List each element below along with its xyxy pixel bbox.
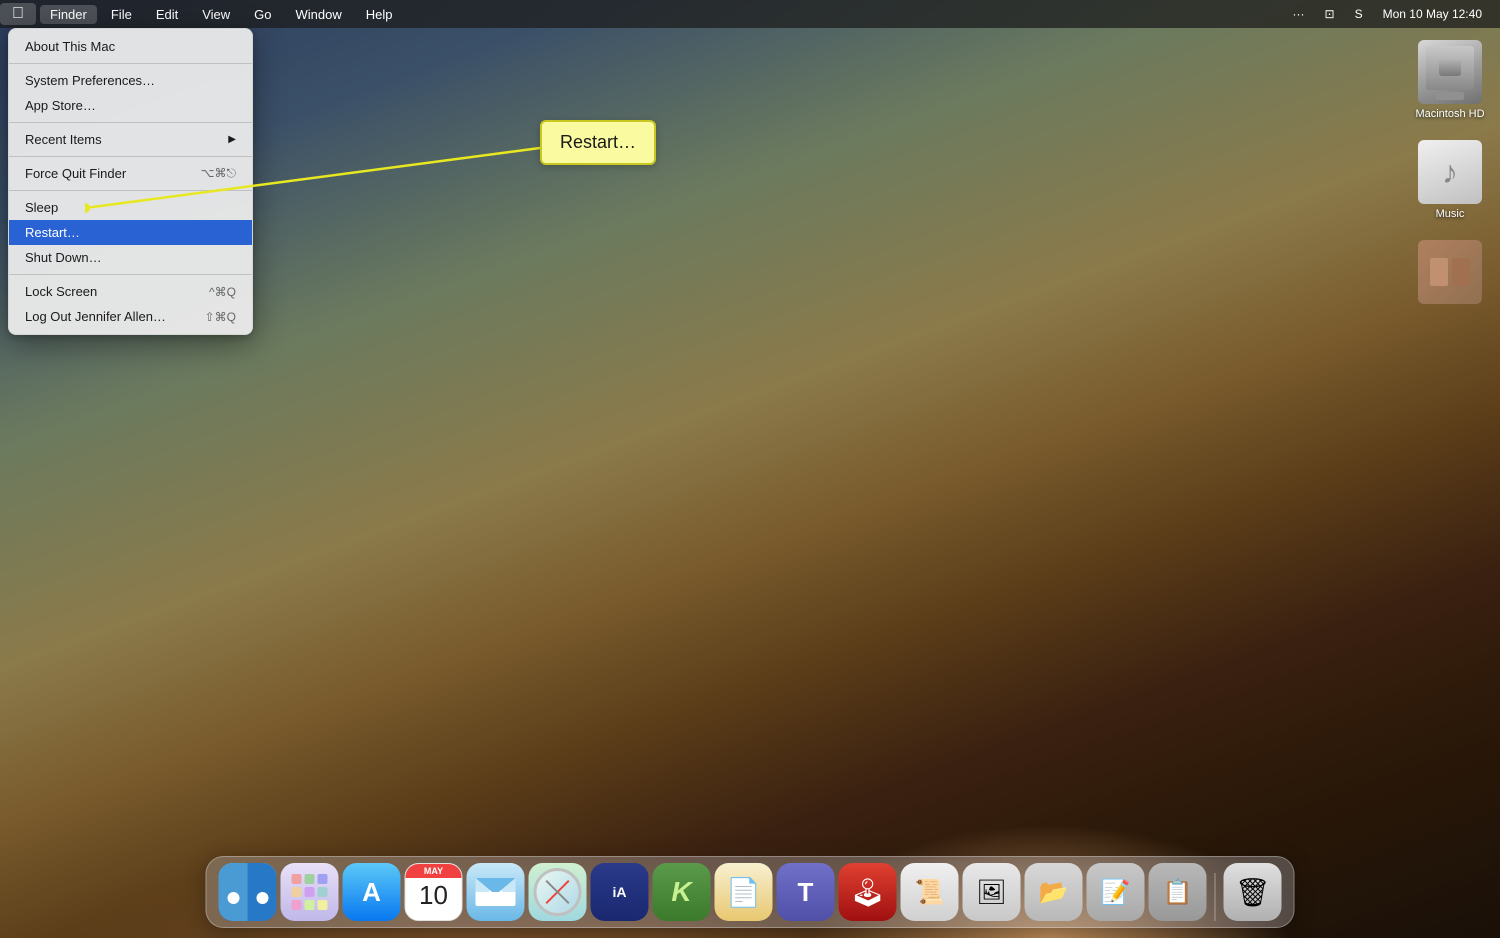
menubar-finder[interactable]: Finder (40, 5, 97, 24)
dock-item-app-store[interactable]: A (343, 863, 401, 921)
dock-item-keeweex[interactable]: K (653, 863, 711, 921)
desktop-icons: Macintosh HD ♪ Music (1410, 40, 1490, 308)
dock-item-safari[interactable] (529, 863, 587, 921)
dock-item-ia-writer[interactable]: iA (591, 863, 649, 921)
menu-about-this-mac[interactable]: About This Mac (9, 34, 252, 59)
menu-lock-screen[interactable]: Lock Screen ^⌘Q (9, 279, 252, 304)
desktop-icon-small[interactable] (1410, 240, 1490, 308)
menu-restart[interactable]: Restart… (9, 220, 252, 245)
menu-separator-5 (9, 274, 252, 275)
desktop-icon-music[interactable]: ♪ Music (1410, 140, 1490, 220)
dock-item-pages[interactable]: 📄 (715, 863, 773, 921)
menubar-edit[interactable]: Edit (146, 5, 188, 24)
force-quit-shortcut: ⌥⌘⎋ (201, 166, 236, 181)
macintosh-hd-label: Macintosh HD (1415, 108, 1484, 120)
airplay-icon[interactable]: ⊡ (1319, 5, 1341, 23)
menu-separator-3 (9, 156, 252, 157)
dock-item-3[interactable]: 📂 (1025, 863, 1083, 921)
apple-menu-trigger[interactable]:  (0, 3, 36, 25)
recent-items-arrow: ▶ (228, 134, 236, 145)
menubar-window[interactable]: Window (286, 5, 352, 24)
menubar-help[interactable]: Help (356, 5, 403, 24)
log-out-shortcut: ⇧⌘Q (205, 310, 236, 324)
dock-item-4[interactable]: 📝 (1087, 863, 1145, 921)
menu-recent-items[interactable]: Recent Items ▶ (9, 127, 252, 152)
music-label: Music (1436, 208, 1465, 220)
dock-item-trash[interactable]: 🗑 (1224, 863, 1282, 921)
dock-item-finder[interactable] (219, 863, 277, 921)
desktop:  Finder File Edit View Go Window Help ·… (0, 0, 1500, 938)
dock-separator (1215, 873, 1216, 921)
siri-icon[interactable]: S (1349, 5, 1369, 23)
menu-separator-2 (9, 122, 252, 123)
menubar-view[interactable]: View (192, 5, 240, 24)
desktop-icon-macintosh-hd[interactable]: Macintosh HD (1410, 40, 1490, 120)
dock-item-5[interactable]: 📋 (1149, 863, 1207, 921)
dock-item-calendar[interactable]: MAY 10 (405, 863, 463, 921)
restart-callout: Restart… (540, 120, 656, 165)
menu-sleep[interactable]: Sleep (9, 195, 252, 220)
menubar-right: ··· ⊡ S Mon 10 May 12:40 (1287, 5, 1500, 23)
restart-callout-label: Restart… (560, 132, 636, 152)
menu-system-preferences[interactable]: System Preferences… (9, 68, 252, 93)
control-strip[interactable]: ··· (1287, 5, 1311, 23)
menubar-go[interactable]: Go (244, 5, 281, 24)
apple-dropdown-menu: About This Mac System Preferences… App S… (8, 28, 253, 335)
menu-separator-4 (9, 190, 252, 191)
menu-log-out[interactable]: Log Out Jennifer Allen… ⇧⌘Q (9, 304, 252, 329)
menu-shut-down[interactable]: Shut Down… (9, 245, 252, 270)
dock-item-2[interactable]: 🖼 (963, 863, 1021, 921)
dock-item-launchpad[interactable] (281, 863, 339, 921)
menu-app-store[interactable]: App Store… (9, 93, 252, 118)
dock-item-joystick[interactable]: 🕹 (839, 863, 897, 921)
menubar-file[interactable]: File (101, 5, 142, 24)
datetime: Mon 10 May 12:40 (1377, 5, 1488, 23)
menubar-left:  Finder File Edit View Go Window Help (0, 3, 403, 25)
dock: A MAY 10 iA K (206, 856, 1295, 928)
dock-item-mail[interactable] (467, 863, 525, 921)
menu-force-quit[interactable]: Force Quit Finder ⌥⌘⎋ (9, 161, 252, 186)
lock-screen-shortcut: ^⌘Q (209, 285, 236, 299)
dock-item-teams[interactable]: T (777, 863, 835, 921)
menubar:  Finder File Edit View Go Window Help ·… (0, 0, 1500, 28)
dock-item-script-editor-1[interactable]: 📜 (901, 863, 959, 921)
menu-separator-1 (9, 63, 252, 64)
